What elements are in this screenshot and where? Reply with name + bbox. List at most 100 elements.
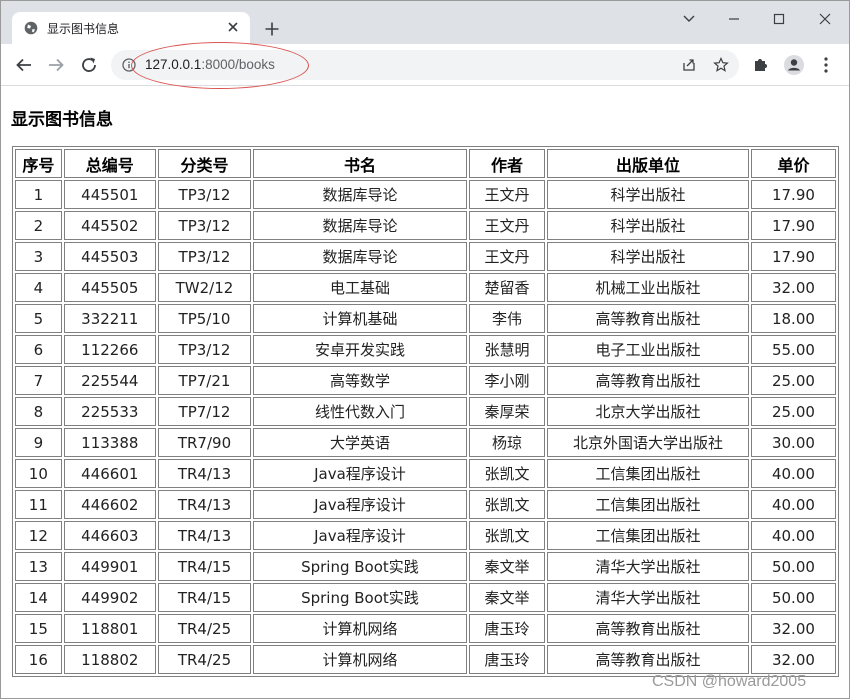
extensions-puzzle-icon[interactable] <box>752 55 770 73</box>
cell-category-number: TP3/12 <box>157 242 252 271</box>
table-row: 4 445505 TW2/12 电工基础 楚留香 机械工业出版社 32.00 <box>15 273 836 302</box>
table-row: 2 445502 TP3/12 数据库导论 王文丹 科学出版社 17.90 <box>15 211 836 240</box>
cell-title: 线性代数入门 <box>253 397 467 426</box>
cell-index: 10 <box>15 459 62 488</box>
cell-category-number: TP7/12 <box>157 397 252 426</box>
cell-title: 数据库导论 <box>253 211 467 240</box>
window-close-icon[interactable] <box>813 9 837 29</box>
profile-avatar-icon[interactable] <box>783 54 805 76</box>
column-header-category-number: 分类号 <box>157 149 252 178</box>
browser-window: 显示图书信息 127.0.0.1:8000/books 显示图书信息 序号 总编… <box>0 0 850 699</box>
cell-total-number: 449901 <box>63 552 156 581</box>
page-title: 显示图书信息 <box>11 110 113 130</box>
cell-category-number: TP7/21 <box>157 366 252 395</box>
cell-category-number: TP3/12 <box>157 335 252 364</box>
cell-title: 电工基础 <box>253 273 467 302</box>
cell-title: 数据库导论 <box>253 242 467 271</box>
cell-title: Java程序设计 <box>253 521 467 550</box>
column-header-total-number: 总编号 <box>63 149 156 178</box>
cell-index: 9 <box>15 428 62 457</box>
table-row: 14 449902 TR4/15 Spring Boot实践 秦文举 清华大学出版社 50.… <box>15 583 836 612</box>
cell-author: 楚留香 <box>468 273 546 302</box>
cell-index: 15 <box>15 614 62 643</box>
cell-category-number: TR4/15 <box>157 552 252 581</box>
cell-publisher: 北京外国语大学出版社 <box>547 428 749 457</box>
url-text[interactable]: 127.0.0.1:8000/books <box>145 57 275 72</box>
column-header-price: 单价 <box>750 149 836 178</box>
cell-publisher: 清华大学出版社 <box>547 583 749 612</box>
cell-author: 唐玉玲 <box>468 645 546 674</box>
cell-index: 2 <box>15 211 62 240</box>
column-header-publisher: 出版单位 <box>547 149 749 178</box>
cell-index: 3 <box>15 242 62 271</box>
table-row: 5 332211 TP5/10 计算机基础 李伟 高等教育出版社 18.00 <box>15 304 836 333</box>
cell-total-number: 118802 <box>63 645 156 674</box>
cell-total-number: 112266 <box>63 335 156 364</box>
table-row: 9 113388 TR7/90 大学英语 杨琼 北京外国语大学出版社 30.00 <box>15 428 836 457</box>
cell-index: 14 <box>15 583 62 612</box>
cell-price: 17.90 <box>750 242 836 271</box>
table-row: 1 445501 TP3/12 数据库导论 王文丹 科学出版社 17.90 <box>15 180 836 209</box>
cell-price: 32.00 <box>750 614 836 643</box>
cell-author: 唐玉玲 <box>468 614 546 643</box>
cell-title: Java程序设计 <box>253 490 467 519</box>
cell-publisher: 高等教育出版社 <box>547 304 749 333</box>
cell-publisher: 工信集团出版社 <box>547 490 749 519</box>
cell-author: 李伟 <box>468 304 546 333</box>
column-header-index: 序号 <box>15 149 62 178</box>
cell-category-number: TR4/13 <box>157 521 252 550</box>
cell-author: 杨琼 <box>468 428 546 457</box>
cell-title: Spring Boot实践 <box>253 552 467 581</box>
cell-category-number: TR4/25 <box>157 614 252 643</box>
kebab-menu-icon[interactable] <box>819 56 833 74</box>
cell-price: 18.00 <box>750 304 836 333</box>
cell-index: 16 <box>15 645 62 674</box>
cell-publisher: 清华大学出版社 <box>547 552 749 581</box>
cell-index: 7 <box>15 366 62 395</box>
cell-price: 17.90 <box>750 211 836 240</box>
cell-index: 12 <box>15 521 62 550</box>
cell-author: 张凯文 <box>468 521 546 550</box>
table-row: 3 445503 TP3/12 数据库导论 王文丹 科学出版社 17.90 <box>15 242 836 271</box>
cell-author: 李小刚 <box>468 366 546 395</box>
cell-index: 13 <box>15 552 62 581</box>
table-row: 8 225533 TP7/12 线性代数入门 秦厚荣 北京大学出版社 25.00 <box>15 397 836 426</box>
cell-category-number: TR4/25 <box>157 645 252 674</box>
cell-total-number: 445501 <box>63 180 156 209</box>
info-icon[interactable] <box>122 58 136 72</box>
back-arrow-icon[interactable] <box>14 55 34 75</box>
cell-category-number: TR4/13 <box>157 490 252 519</box>
table-row: 15 118801 TR4/25 计算机网络 唐玉玲 高等教育出版社 32.00 <box>15 614 836 643</box>
cell-publisher: 科学出版社 <box>547 211 749 240</box>
share-icon[interactable] <box>681 57 697 73</box>
cell-price: 50.00 <box>750 552 836 581</box>
cell-price: 40.00 <box>750 459 836 488</box>
chevron-down-icon[interactable] <box>677 9 701 29</box>
table-row: 16 118802 TR4/25 计算机网络 唐玉玲 高等教育出版社 32.00 <box>15 645 836 674</box>
cell-title: 数据库导论 <box>253 180 467 209</box>
address-bar[interactable]: 127.0.0.1:8000/books <box>111 50 739 80</box>
close-icon[interactable] <box>226 20 240 34</box>
forward-arrow-icon[interactable] <box>46 55 66 75</box>
cell-title: 计算机网络 <box>253 614 467 643</box>
cell-total-number: 445502 <box>63 211 156 240</box>
new-tab-icon[interactable] <box>264 21 280 37</box>
cell-index: 8 <box>15 397 62 426</box>
cell-title: 大学英语 <box>253 428 467 457</box>
minimize-icon[interactable] <box>722 9 746 29</box>
star-icon[interactable] <box>713 57 729 73</box>
cell-price: 25.00 <box>750 366 836 395</box>
cell-price: 40.00 <box>750 490 836 519</box>
cell-category-number: TP3/12 <box>157 180 252 209</box>
cell-title: Spring Boot实践 <box>253 583 467 612</box>
column-header-author: 作者 <box>468 149 546 178</box>
table-body: 1 445501 TP3/12 数据库导论 王文丹 科学出版社 17.90 2 445502 TP… <box>15 180 836 674</box>
cell-title: 计算机基础 <box>253 304 467 333</box>
cell-category-number: TP5/10 <box>157 304 252 333</box>
maximize-icon[interactable] <box>767 9 791 29</box>
tab-books[interactable]: 显示图书信息 <box>12 12 250 44</box>
cell-index: 5 <box>15 304 62 333</box>
cell-publisher: 高等教育出版社 <box>547 366 749 395</box>
reload-icon[interactable] <box>79 55 99 75</box>
url-host: 127.0.0.1 <box>145 57 202 72</box>
